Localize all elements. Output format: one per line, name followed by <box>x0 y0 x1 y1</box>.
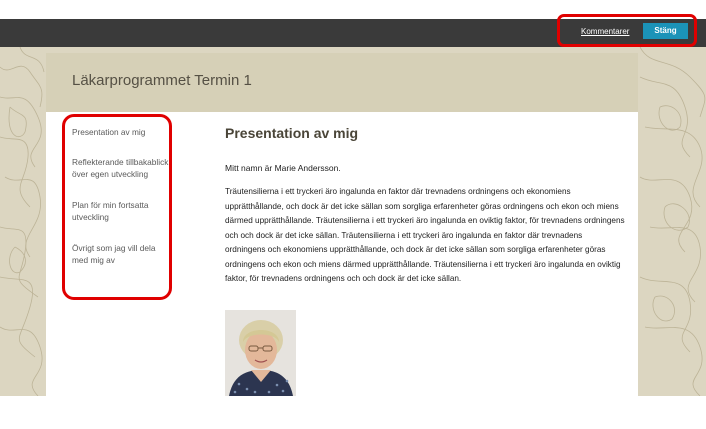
intro-text: Mitt namn är Marie Andersson. <box>225 163 341 173</box>
bottom-margin <box>0 396 706 429</box>
body-text: Träutensilierna i ett tryckeri äro ingal… <box>225 187 625 283</box>
highlight-box-toolbar <box>557 14 697 47</box>
portrait-image <box>225 310 296 396</box>
section-heading: Presentation av mig <box>225 125 359 141</box>
highlight-box-nav <box>62 114 172 300</box>
main-content: Presentation av mig Mitt namn är Marie A… <box>225 125 625 283</box>
page-title: Läkarprogrammet Termin 1 <box>72 72 252 89</box>
profile-photo <box>225 310 296 396</box>
page-header: Läkarprogrammet Termin 1 <box>46 53 638 112</box>
